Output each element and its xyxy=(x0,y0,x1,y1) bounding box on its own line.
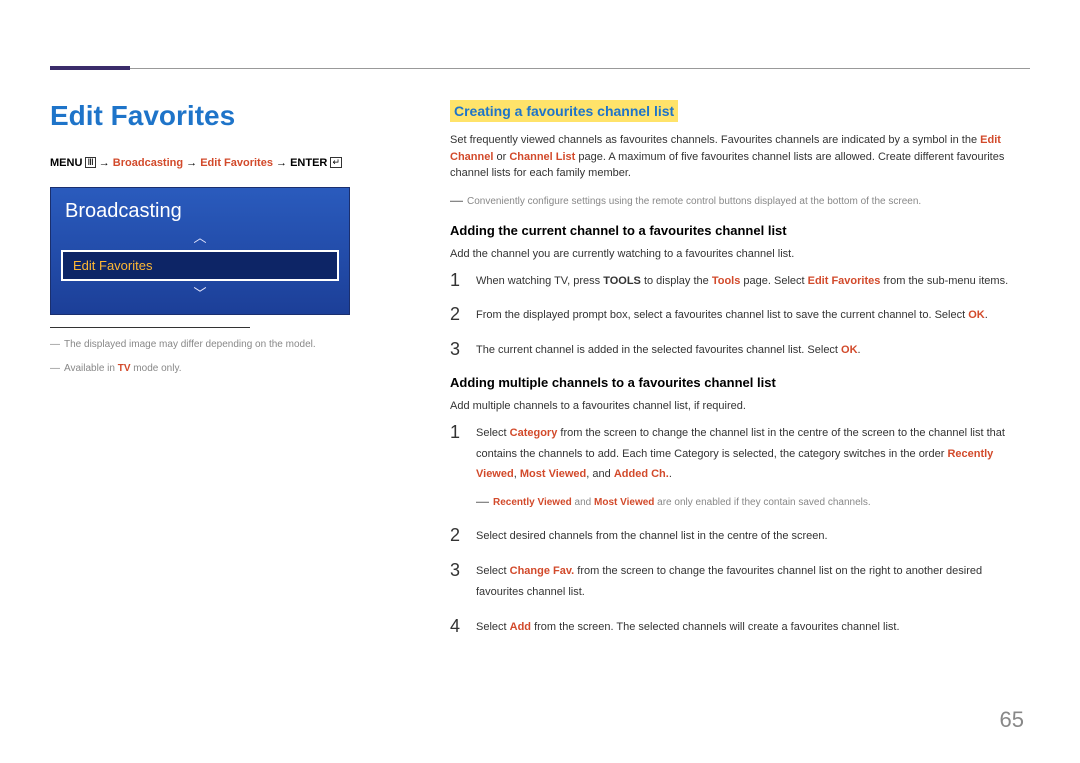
dash-icon: ― xyxy=(450,193,463,208)
breadcrumb-menu: MENU xyxy=(50,157,82,169)
sub1-lead: Add the channel you are currently watchi… xyxy=(450,246,1030,263)
chevron-up-icon[interactable]: ︿ xyxy=(51,229,349,246)
subheading-add-current: Adding the current channel to a favourit… xyxy=(450,223,1030,238)
bc-arrow-3: → xyxy=(276,157,287,169)
step-number: 3 xyxy=(450,561,476,579)
osd-panel: Broadcasting ︿ Edit Favorites ﹀ xyxy=(50,187,350,315)
dash-icon: ― xyxy=(50,363,60,374)
breadcrumb-edit-favorites: Edit Favorites xyxy=(200,157,273,169)
step-body: When watching TV, press TOOLS to display… xyxy=(476,271,1030,292)
step-body: Select Category from the screen to chang… xyxy=(476,423,1030,512)
bc-arrow-1: → xyxy=(99,157,110,169)
sub2-steps: 1 Select Category from the screen to cha… xyxy=(450,423,1030,638)
step-item: 4 Select Add from the screen. The select… xyxy=(450,617,1030,638)
divider xyxy=(50,327,250,328)
enter-icon: ↵ xyxy=(330,157,342,168)
osd-selected-item[interactable]: Edit Favorites xyxy=(61,250,339,281)
step-item: 2 Select desired channels from the chann… xyxy=(450,526,1030,547)
top-rule xyxy=(50,68,1030,69)
subheading-add-multiple: Adding multiple channels to a favourites… xyxy=(450,375,1030,390)
step-item: 3 Select Change Fav. from the screen to … xyxy=(450,561,1030,603)
step-item: 1 Select Category from the screen to cha… xyxy=(450,423,1030,512)
step-number: 2 xyxy=(450,526,476,544)
step-number: 3 xyxy=(450,340,476,358)
breadcrumb-broadcasting: Broadcasting xyxy=(113,157,183,169)
menu-icon: Ⅲ xyxy=(85,157,95,168)
dash-icon: ― xyxy=(50,339,60,350)
section-heading: Creating a favourites channel list xyxy=(450,100,678,122)
step-subnote: ―Recently Viewed and Most Viewed are onl… xyxy=(476,491,1030,512)
dash-icon: ― xyxy=(476,494,489,509)
top-rule-accent xyxy=(50,66,130,70)
breadcrumb: MENU Ⅲ → Broadcasting → Edit Favorites →… xyxy=(50,157,350,169)
step-item: 3 The current channel is added in the se… xyxy=(450,340,1030,361)
step-body: From the displayed prompt box, select a … xyxy=(476,305,1030,326)
sub2-lead: Add multiple channels to a favourites ch… xyxy=(450,398,1030,415)
step-item: 1 When watching TV, press TOOLS to displ… xyxy=(450,271,1030,292)
step-body: Select desired channels from the channel… xyxy=(476,526,1030,547)
step-body: Select Add from the screen. The selected… xyxy=(476,617,1030,638)
intro-paragraph: Set frequently viewed channels as favour… xyxy=(450,132,1030,182)
intro-subnote: ―Conveniently configure settings using t… xyxy=(450,190,1030,210)
note-image-differ: ―The displayed image may differ dependin… xyxy=(50,338,350,352)
right-column: Creating a favourites channel list Set f… xyxy=(450,100,1030,652)
breadcrumb-enter: ENTER xyxy=(290,157,327,169)
page-title: Edit Favorites xyxy=(50,100,350,132)
step-body: Select Change Fav. from the screen to ch… xyxy=(476,561,1030,603)
step-number: 1 xyxy=(450,271,476,289)
step-item: 2 From the displayed prompt box, select … xyxy=(450,305,1030,326)
step-body: The current channel is added in the sele… xyxy=(476,340,1030,361)
osd-title: Broadcasting xyxy=(51,196,349,229)
chevron-down-icon[interactable]: ﹀ xyxy=(51,285,349,302)
left-column: Edit Favorites MENU Ⅲ → Broadcasting → E… xyxy=(50,100,350,376)
step-number: 2 xyxy=(450,305,476,323)
sub1-steps: 1 When watching TV, press TOOLS to displ… xyxy=(450,271,1030,362)
page-number: 65 xyxy=(1000,707,1024,733)
bc-arrow-2: → xyxy=(186,157,197,169)
note-tv-mode: ―Available in TV mode only. xyxy=(50,362,350,376)
step-number: 4 xyxy=(450,617,476,635)
step-number: 1 xyxy=(450,423,476,441)
